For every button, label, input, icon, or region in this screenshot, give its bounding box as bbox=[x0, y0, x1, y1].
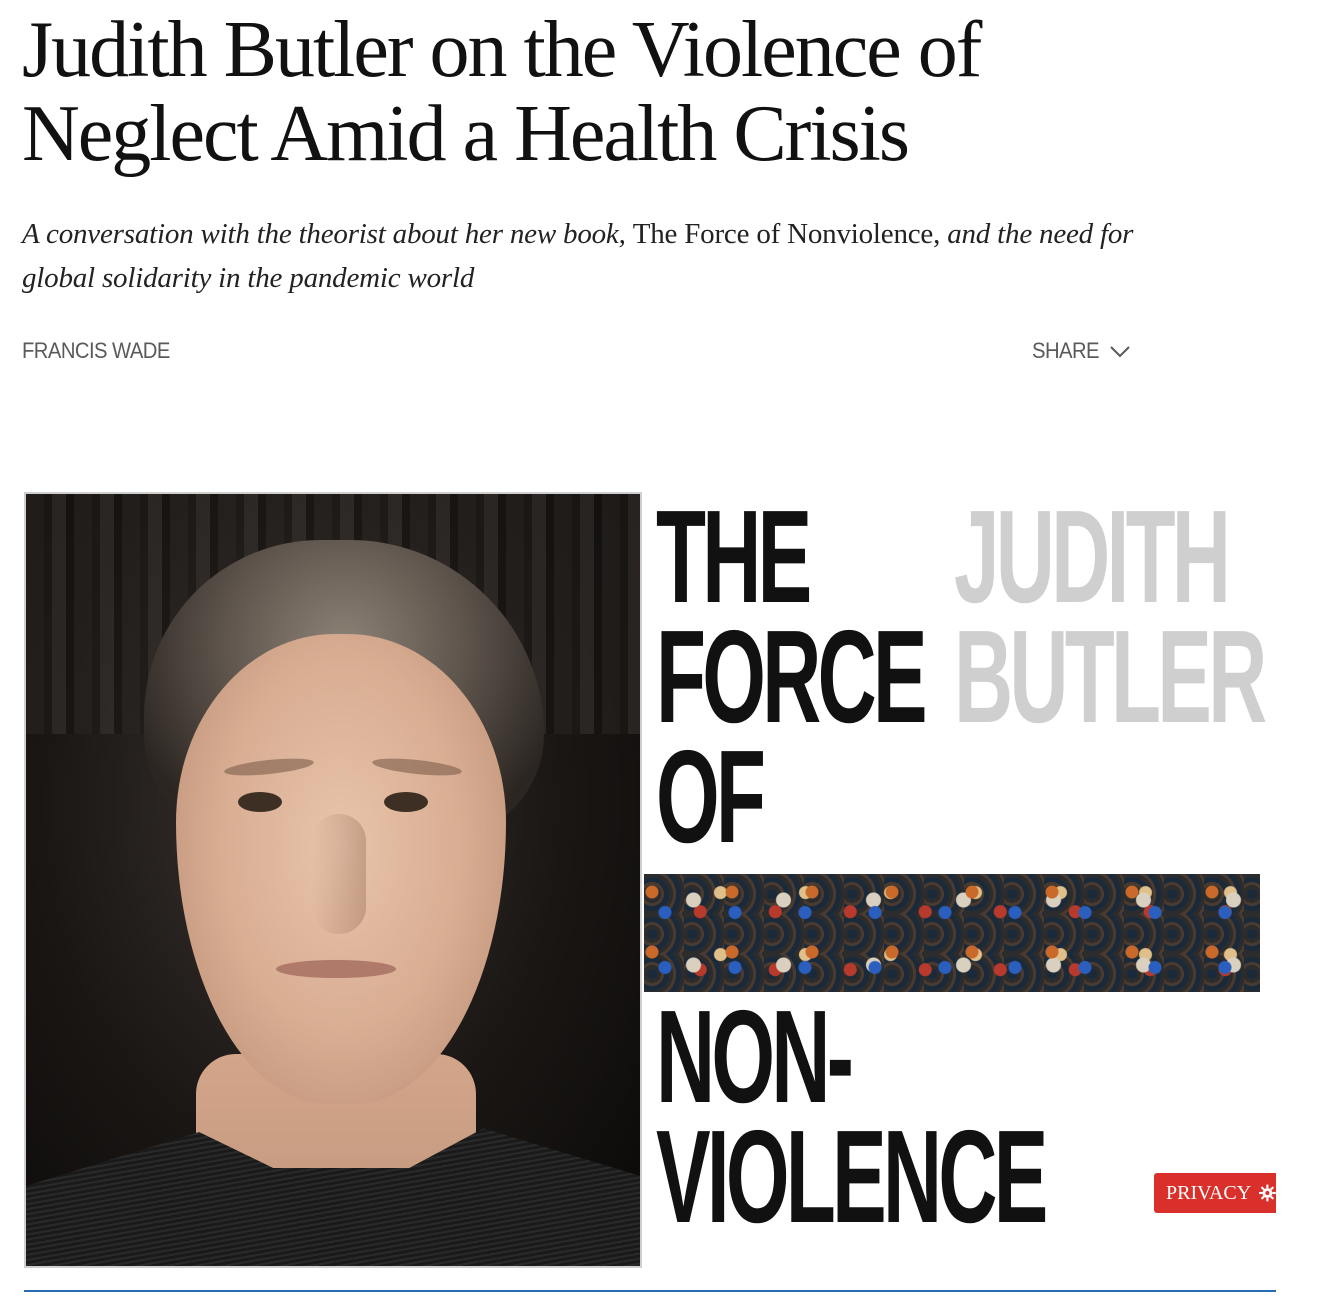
author-byline[interactable]: FRANCIS WADE bbox=[22, 338, 170, 364]
book-cover: THE FORCE OF JUDITH BUTLER NON- VIOLENCE bbox=[642, 492, 1276, 1268]
share-label: SHARE bbox=[1032, 338, 1100, 363]
section-divider bbox=[24, 1290, 1276, 1292]
portrait-eye bbox=[238, 792, 282, 812]
cover-title-line: FORCE bbox=[656, 603, 928, 750]
portrait-nose bbox=[312, 814, 366, 934]
cover-title-line: VIOLENCE bbox=[656, 1103, 1048, 1250]
hero-image: THE FORCE OF JUDITH BUTLER NON- VIOLENCE bbox=[24, 492, 1276, 1268]
privacy-button[interactable]: PRIVACY bbox=[1154, 1173, 1276, 1213]
cover-author-line: BUTLER bbox=[954, 603, 1267, 750]
chevron-down-icon bbox=[1110, 346, 1130, 358]
portrait-mouth bbox=[276, 960, 396, 978]
crowd-photo-strip bbox=[644, 874, 1260, 992]
article-dek: A conversation with the theorist about h… bbox=[22, 212, 1142, 300]
article-headline: Judith Butler on the Violence of Neglect… bbox=[22, 6, 982, 178]
privacy-label: PRIVACY bbox=[1166, 1181, 1252, 1204]
cover-title-line: THE bbox=[656, 492, 812, 630]
share-button[interactable]: SHARE bbox=[1032, 338, 1131, 364]
cover-title-line: OF bbox=[656, 723, 766, 870]
author-portrait bbox=[24, 492, 642, 1268]
dek-book-title: The Force of Nonviolence, bbox=[632, 218, 941, 250]
portrait-eye bbox=[384, 792, 428, 812]
cover-title-line: NON- bbox=[656, 983, 854, 1130]
cover-author-line: JUDITH bbox=[954, 492, 1231, 630]
dek-part-1: A conversation with the theorist about h… bbox=[22, 218, 633, 250]
gear-icon bbox=[1259, 1184, 1276, 1202]
